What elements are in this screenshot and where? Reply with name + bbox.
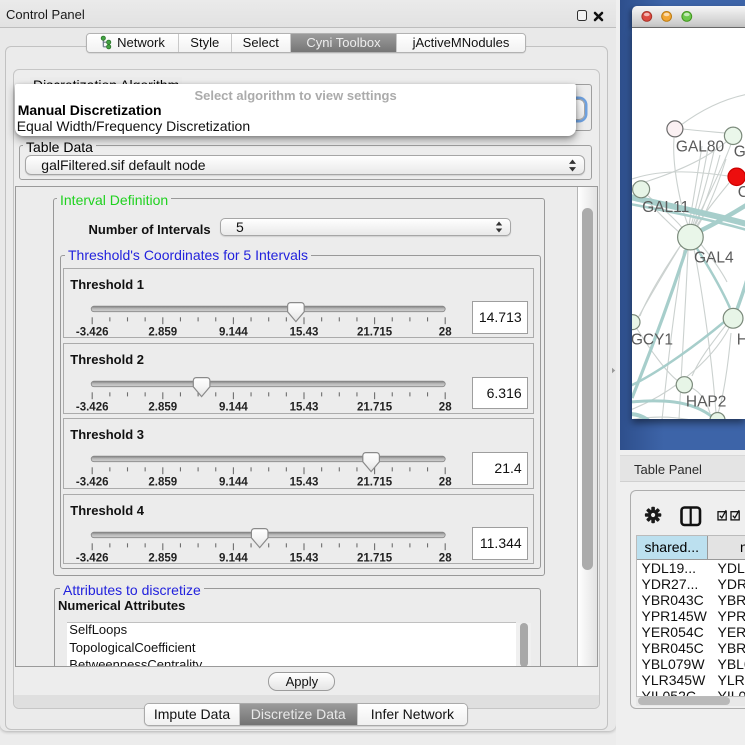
- svg-text:28: 28: [439, 552, 452, 564]
- svg-text:2.859: 2.859: [149, 401, 178, 413]
- svg-text:15.43: 15.43: [290, 326, 319, 338]
- svg-text:21.715: 21.715: [357, 477, 393, 489]
- svg-text:9.144: 9.144: [219, 401, 248, 413]
- svg-text:28: 28: [439, 326, 452, 338]
- svg-text:15.43: 15.43: [290, 401, 319, 413]
- svg-text:15.43: 15.43: [290, 477, 319, 489]
- svg-text:GA: GA: [734, 143, 745, 160]
- svg-text:GAL11: GAL11: [642, 199, 689, 216]
- svg-text:-3.426: -3.426: [76, 326, 109, 338]
- svg-text:28: 28: [439, 401, 452, 413]
- svg-text:-3.426: -3.426: [76, 552, 109, 564]
- svg-text:9.144: 9.144: [219, 477, 248, 489]
- svg-text:GAL80: GAL80: [676, 138, 725, 155]
- svg-text:-3.426: -3.426: [76, 401, 109, 413]
- svg-text:GAL4: GAL4: [694, 249, 734, 266]
- svg-text:-3.426: -3.426: [76, 477, 109, 489]
- svg-text:21.715: 21.715: [357, 326, 393, 338]
- svg-text:15.43: 15.43: [290, 552, 319, 564]
- svg-text:GCY1: GCY1: [632, 331, 673, 348]
- svg-text:9.144: 9.144: [219, 552, 248, 564]
- svg-text:21.715: 21.715: [357, 401, 393, 413]
- svg-text:9.144: 9.144: [219, 326, 248, 338]
- svg-text:2.859: 2.859: [149, 477, 178, 489]
- svg-text:21.715: 21.715: [357, 552, 393, 564]
- svg-text:2.859: 2.859: [149, 326, 178, 338]
- svg-text:H: H: [737, 331, 745, 348]
- svg-text:28: 28: [439, 477, 452, 489]
- svg-text:2.859: 2.859: [149, 552, 178, 564]
- svg-text:HAP2: HAP2: [686, 393, 727, 410]
- svg-text:C: C: [738, 184, 745, 201]
